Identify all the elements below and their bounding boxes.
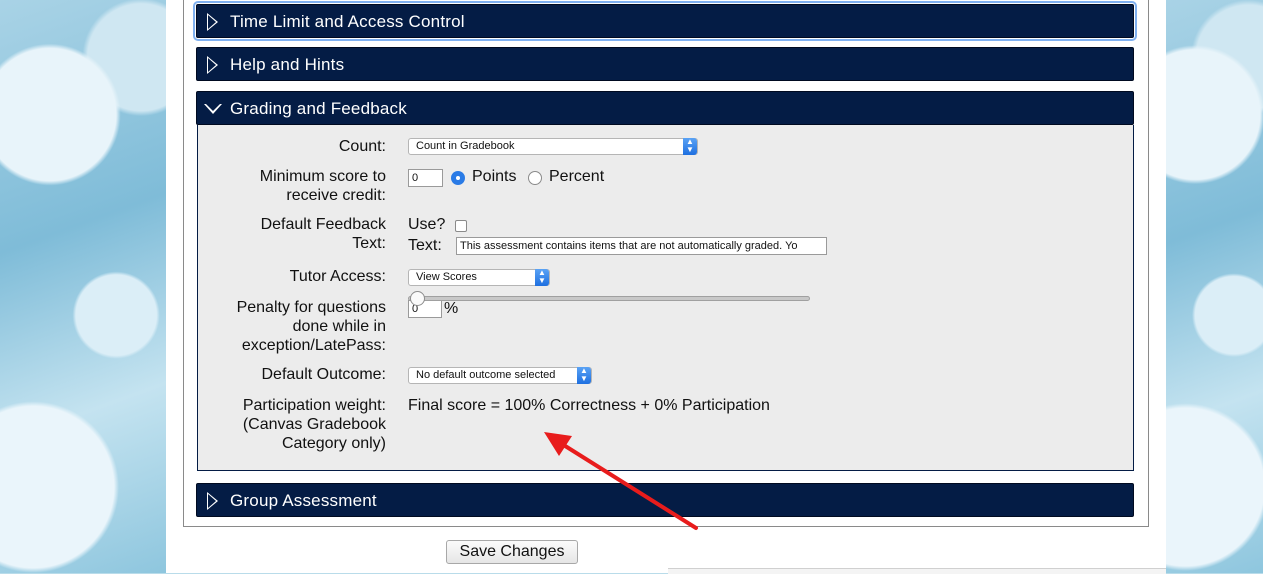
section-help-hints-label: Help and Hints	[230, 55, 345, 74]
section-time-limit-label: Time Limit and Access Control	[230, 12, 465, 31]
participation-slider-thumb[interactable]	[410, 291, 425, 306]
feedback-label-1: Default Feedback	[260, 216, 386, 233]
count-label: Count:	[338, 138, 386, 155]
tutor-access-value: View Scores	[416, 271, 477, 283]
count-select[interactable]: Count in Gradebook ▲ ▼	[408, 138, 698, 155]
tutor-access-label: Tutor Access:	[289, 268, 386, 285]
penalty-label-1: Penalty for questions	[236, 299, 386, 316]
participation-slider-track[interactable]	[408, 296, 810, 301]
participation-summary: Final score = 100% Correctness + 0% Part…	[408, 397, 770, 414]
percent-label: Percent	[549, 168, 605, 185]
use-feedback-checkbox[interactable]	[455, 220, 467, 232]
triangle-right-icon	[207, 13, 218, 31]
background-left	[0, 0, 166, 573]
triangle-down-icon	[204, 104, 222, 114]
settings-page: Time Limit and Access Control Help and H…	[166, 0, 1166, 573]
triangle-right-icon	[207, 56, 218, 74]
section-help-hints[interactable]: Help and Hints	[196, 47, 1134, 81]
penalty-unit: %	[444, 300, 459, 317]
count-select-value: Count in Gradebook	[416, 140, 515, 152]
section-group-assessment-label: Group Assessment	[230, 491, 377, 510]
penalty-label-3: exception/LatePass:	[241, 337, 386, 354]
section-grading-feedback[interactable]: Grading and Feedback	[196, 91, 1134, 125]
use-label: Use?	[408, 216, 446, 233]
points-radio[interactable]	[451, 171, 465, 185]
triangle-right-icon	[207, 492, 218, 510]
participation-label-2: (Canvas Gradebook	[242, 416, 386, 433]
save-changes-button[interactable]: Save Changes	[446, 540, 578, 564]
min-score-label-2: receive credit:	[286, 187, 386, 204]
feedback-label-2: Text:	[352, 235, 386, 252]
min-score-input[interactable]: 0	[408, 169, 443, 187]
section-time-limit[interactable]: Time Limit and Access Control	[193, 1, 1137, 41]
select-updown-icon: ▲ ▼	[683, 138, 697, 155]
participation-label-1: Participation weight:	[242, 397, 386, 414]
points-label: Points	[472, 168, 517, 185]
text-label: Text:	[408, 237, 442, 254]
bottom-strip	[668, 568, 1166, 574]
default-outcome-value: No default outcome selected	[416, 369, 556, 381]
section-group-assessment[interactable]: Group Assessment	[196, 483, 1134, 517]
background-right	[1166, 0, 1263, 573]
default-outcome-select[interactable]: No default outcome selected ▲ ▼	[408, 367, 592, 384]
section-grading-feedback-label: Grading and Feedback	[230, 99, 407, 118]
default-outcome-label: Default Outcome:	[261, 366, 387, 383]
select-updown-icon: ▲ ▼	[535, 269, 549, 286]
percent-radio[interactable]	[528, 171, 542, 185]
participation-label-3: Category only)	[281, 435, 386, 452]
feedback-text-input[interactable]: This assessment contains items that are …	[456, 237, 827, 255]
select-updown-icon: ▲ ▼	[577, 367, 591, 384]
min-score-label-1: Minimum score to	[259, 168, 386, 185]
tutor-access-select[interactable]: View Scores ▲ ▼	[408, 269, 550, 286]
penalty-label-2: done while in	[292, 318, 386, 335]
